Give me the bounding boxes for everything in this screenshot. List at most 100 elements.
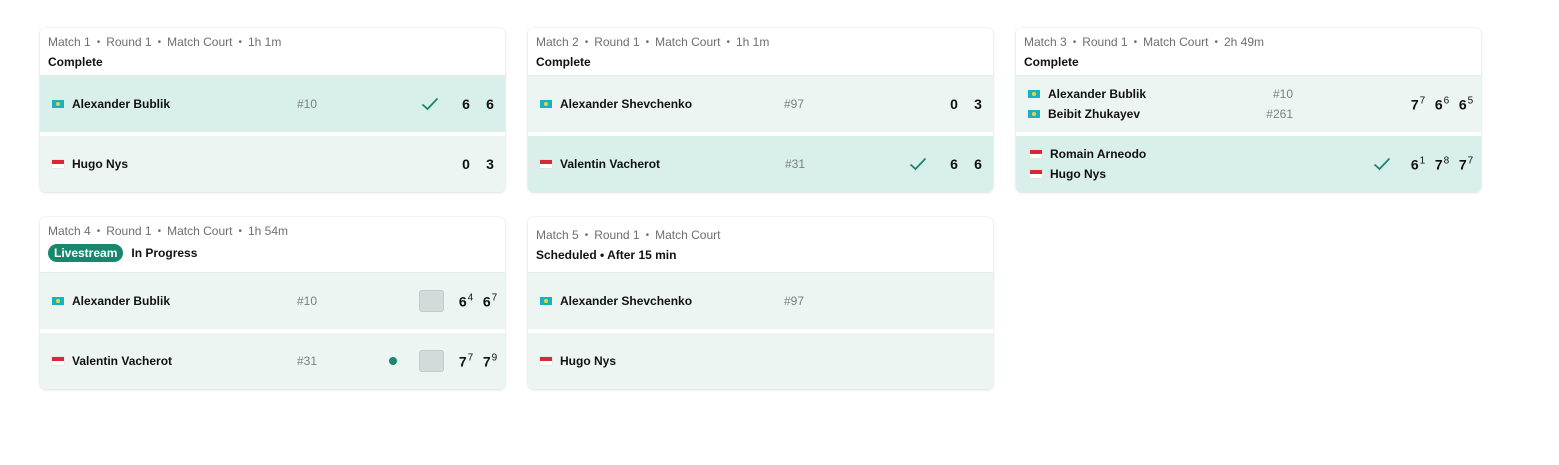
- player-seed: #261: [1266, 107, 1293, 121]
- match-header: Match 5 • Round 1 • Match Court Scheduled …: [528, 217, 993, 273]
- winner-check-icon: [1373, 157, 1391, 171]
- set-score: 77: [458, 352, 474, 370]
- player-name[interactable]: Hugo Nys: [72, 157, 128, 171]
- match-header: Match 4 • Round 1 • Match Court • 1h 54m Li…: [40, 217, 505, 273]
- set-score: 0: [950, 96, 958, 112]
- team-players: Hugo Nys: [540, 354, 616, 368]
- player-seed: #31: [297, 354, 318, 368]
- player-name[interactable]: Hugo Nys: [560, 354, 616, 368]
- player-seeds: #10 #261: [1266, 87, 1293, 121]
- team-players: Valentin Vacherot: [540, 157, 660, 171]
- round-label: Round 1: [106, 35, 152, 49]
- duration-label: 1h 54m: [247, 224, 288, 238]
- match-card-5[interactable]: Match 5 • Round 1 • Match Court Scheduled …: [528, 217, 993, 389]
- tiebreak-score: 7: [1467, 155, 1474, 167]
- match-meta: Match 3 • Round 1 • Match Court • 2h 49m: [1024, 35, 1264, 49]
- player-name[interactable]: Beibit Zhukayev: [1048, 107, 1140, 121]
- set-score: 77: [1458, 155, 1474, 173]
- set-score: 0: [462, 156, 470, 172]
- game-points-box: [419, 290, 444, 312]
- livestream-badge[interactable]: Livestream: [48, 244, 124, 262]
- tiebreak-score: 5: [1467, 95, 1474, 107]
- team-row: Alexander Bublik #10 6 6: [40, 76, 505, 132]
- player-name[interactable]: Alexander Bublik: [72, 294, 170, 308]
- set-score: 79: [482, 352, 498, 370]
- team-players: Alexander Bublik Beibit Zhukayev: [1028, 87, 1146, 121]
- match-card-1[interactable]: Match 1 • Round 1 • Match Court • 1h 1m Com…: [40, 28, 505, 192]
- set-scores: 6 6: [945, 156, 987, 172]
- team-row: Romain Arneodo Hugo Nys 61 78 77: [1016, 136, 1481, 192]
- player-seed: #10: [297, 97, 318, 111]
- kazakhstan-flag-icon: [1028, 90, 1040, 98]
- tiebreak-score: 1: [1419, 155, 1426, 167]
- team-row: Alexander Shevchenko #97: [528, 273, 993, 329]
- match-status: Scheduled • After 15 min: [536, 248, 677, 262]
- round-label: Round 1: [594, 35, 640, 49]
- match-header: Match 3 • Round 1 • Match Court • 2h 49m Co…: [1016, 28, 1481, 76]
- team-row: Valentin Vacherot #31 77 79: [40, 333, 505, 389]
- tiebreak-score: 7: [467, 352, 474, 364]
- team-row: Hugo Nys 0 3: [40, 136, 505, 192]
- match-meta: Match 2 • Round 1 • Match Court • 1h 1m: [536, 35, 770, 49]
- tiebreak-score: 4: [467, 292, 474, 304]
- court-label: Match Court: [655, 228, 721, 242]
- set-score: 77: [1410, 95, 1426, 113]
- duration-label: 2h 49m: [1223, 35, 1264, 49]
- round-label: Round 1: [594, 228, 640, 242]
- court-label: Match Court: [655, 35, 721, 49]
- match-number: Match 3: [1024, 35, 1067, 49]
- set-scores: 6 6: [457, 96, 499, 112]
- team-row: Hugo Nys: [528, 333, 993, 389]
- round-label: Round 1: [1082, 35, 1128, 49]
- player-name[interactable]: Hugo Nys: [1050, 167, 1106, 181]
- match-status: Complete: [1024, 55, 1079, 69]
- player-name[interactable]: Valentin Vacherot: [72, 354, 172, 368]
- player-seed: #31: [785, 157, 806, 171]
- tiebreak-score: 7: [1419, 95, 1426, 107]
- match-card-3[interactable]: Match 3 • Round 1 • Match Court • 2h 49m Co…: [1016, 28, 1481, 192]
- set-score: 6: [974, 156, 982, 172]
- match-card-2[interactable]: Match 2 • Round 1 • Match Court • 1h 1m Com…: [528, 28, 993, 192]
- match-number: Match 5: [536, 228, 579, 242]
- player-name[interactable]: Alexander Bublik: [1048, 87, 1146, 101]
- player-seed: #97: [784, 97, 805, 111]
- round-label: Round 1: [106, 224, 152, 238]
- tiebreak-score: 8: [1443, 155, 1450, 167]
- set-score: 67: [482, 292, 498, 310]
- match-meta: Match 1 • Round 1 • Match Court • 1h 1m: [48, 35, 282, 49]
- set-scores: 0 3: [457, 156, 499, 172]
- set-score: 3: [974, 96, 982, 112]
- match-header: Match 2 • Round 1 • Match Court • 1h 1m Com…: [528, 28, 993, 76]
- kazakhstan-flag-icon: [1028, 110, 1040, 118]
- monaco-flag-icon: [1030, 150, 1042, 158]
- match-status: Complete: [536, 55, 591, 69]
- team-players: Alexander Bublik: [52, 294, 170, 308]
- player-name[interactable]: Alexander Bublik: [72, 97, 170, 111]
- match-meta: Match 4 • Round 1 • Match Court • 1h 54m: [48, 224, 288, 238]
- set-score: 6: [950, 156, 958, 172]
- team-players: Hugo Nys: [52, 157, 128, 171]
- duration-label: 1h 1m: [247, 35, 282, 49]
- match-status-line: Livestream In Progress: [48, 244, 497, 262]
- set-scores: 77 66 65: [1409, 96, 1475, 113]
- tiebreak-score: 6: [1443, 95, 1450, 107]
- player-name[interactable]: Alexander Shevchenko: [560, 294, 692, 308]
- player-seed: #10: [297, 294, 318, 308]
- set-scores: 64 67: [457, 293, 499, 310]
- kazakhstan-flag-icon: [540, 100, 552, 108]
- player-name[interactable]: Valentin Vacherot: [560, 157, 660, 171]
- match-card-4[interactable]: Match 4 • Round 1 • Match Court • 1h 54m Li…: [40, 217, 505, 389]
- monaco-flag-icon: [540, 357, 552, 365]
- player-name[interactable]: Romain Arneodo: [1050, 147, 1146, 161]
- team-players: Valentin Vacherot: [52, 354, 172, 368]
- player-name[interactable]: Alexander Shevchenko: [560, 97, 692, 111]
- team-row: Valentin Vacherot #31 6 6: [528, 136, 993, 192]
- set-scores: 61 78 77: [1409, 156, 1475, 173]
- team-players: Alexander Shevchenko: [540, 294, 692, 308]
- player-seed: #10: [1272, 87, 1293, 101]
- set-score: 6: [486, 96, 494, 112]
- match-number: Match 2: [536, 35, 579, 49]
- set-scores: 0 3: [945, 96, 987, 112]
- kazakhstan-flag-icon: [540, 297, 552, 305]
- monaco-flag-icon: [540, 160, 552, 168]
